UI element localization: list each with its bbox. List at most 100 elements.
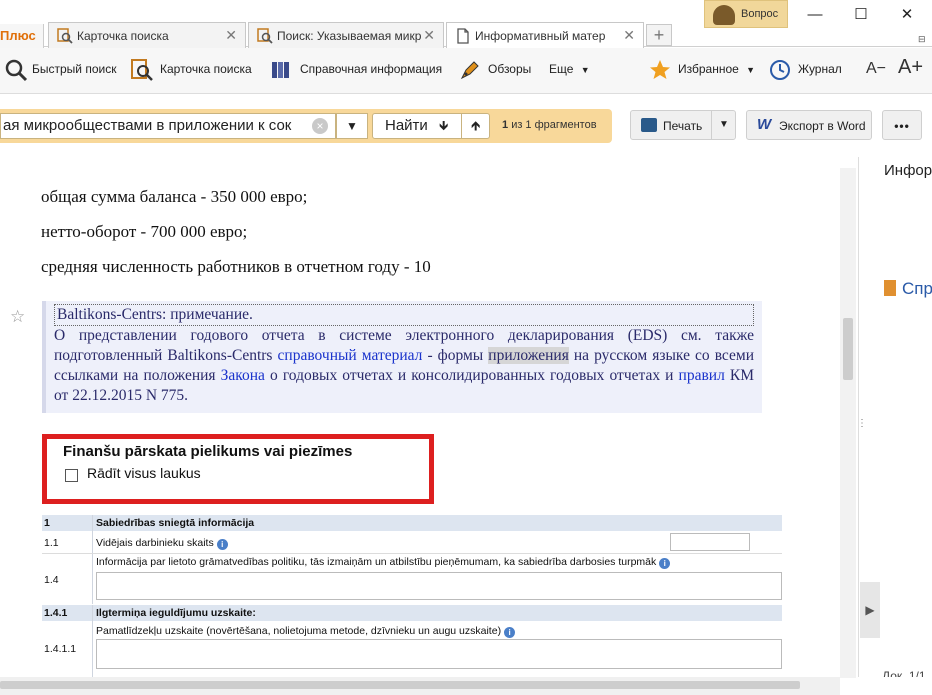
info-panel-text: Инфор матер госуда доход <box>884 162 932 179</box>
reference-link[interactable]: Спр <box>884 279 932 299</box>
row-number: 1.4.1 <box>44 607 68 619</box>
show-all-fields-label: Rādīt visus laukus <box>87 465 201 481</box>
employees-count-input[interactable] <box>670 533 750 551</box>
export-label: Экспорт в Word <box>779 119 866 133</box>
chevron-down-icon[interactable]: ▼ <box>719 119 729 130</box>
reviews-button[interactable]: Обзоры <box>458 48 531 92</box>
doc-line: нетто-оборот - 700 000 евро; <box>41 222 248 241</box>
right-info-panel: Инфор матер госуда доход Спр Док. 1/1 <box>880 157 932 677</box>
fragments-counter: 1 из 1 фрагментов <box>502 119 597 131</box>
table-row: 1.4.1 Ilgtermiņa ieguldījumu uzskaite: <box>42 605 782 621</box>
app-brand: Плюс <box>0 24 44 48</box>
row-text: Sabiedrības sniegtā informācija <box>96 517 255 529</box>
row-number: 1.4.1.1 <box>44 643 77 655</box>
search-panel: ая микрообществами в приложении к сок × … <box>0 109 612 143</box>
show-all-fields-checkbox[interactable] <box>65 469 78 482</box>
row-text-label: Informācija par lietoto grāmatvedības po… <box>96 556 657 568</box>
reference-material-link[interactable]: справочный материал <box>278 347 423 364</box>
table-row: 1 Sabiedrības sniegtā informācija <box>42 515 782 531</box>
info-icon[interactable]: i <box>504 627 516 638</box>
font-decrease-button[interactable]: A− <box>866 60 886 78</box>
tab-search-card[interactable]: Карточка поиска ✕ <box>48 22 246 48</box>
tab-label: Поиск: Указываемая микр <box>277 29 422 43</box>
font-increase-button[interactable]: A+ <box>898 56 923 79</box>
more-menu[interactable]: Еще ▼ <box>549 48 590 92</box>
new-tab-button[interactable]: + <box>646 24 672 46</box>
table-row: 1.4 Informācija par lietoto grāmatvedība… <box>42 554 782 604</box>
consultant-avatar-icon <box>713 5 735 25</box>
row-number: 1 <box>44 517 50 529</box>
accounting-policy-textarea[interactable] <box>96 572 782 600</box>
search-input[interactable]: ая микрообществами в приложении к сок <box>0 113 336 139</box>
fragments-count: 1 <box>502 119 509 131</box>
close-icon[interactable]: ✕ <box>623 27 635 44</box>
search-card-button[interactable]: Карточка поиска <box>130 48 252 92</box>
tab-label: Карточка поиска <box>77 29 169 43</box>
reviews-label: Обзоры <box>488 62 532 76</box>
search-card-icon <box>257 28 273 44</box>
horizontal-scrollbar-thumb[interactable] <box>0 681 800 689</box>
scrollbar-thumb[interactable] <box>843 318 853 380</box>
column-divider <box>92 605 93 621</box>
fixed-assets-textarea[interactable] <box>96 639 782 669</box>
journal-button[interactable]: Журнал <box>768 48 842 92</box>
tab-bar: Плюс Карточка поиска ✕ Поиск: Указываема… <box>0 0 932 49</box>
splitter-handle[interactable]: ⋮ <box>857 418 867 429</box>
print-button[interactable]: Печать ▼ <box>630 110 736 140</box>
panel-toggle-icon[interactable]: ⊟ <box>918 34 932 46</box>
close-window-button[interactable]: ✕ <box>884 2 930 28</box>
more-label: Еще <box>549 62 574 76</box>
arrow-up-icon[interactable]: 🡹 <box>471 117 480 139</box>
law-link[interactable]: Закона <box>221 367 265 384</box>
find-label: Найти <box>385 117 428 134</box>
bookmark-star-icon[interactable]: ☆ <box>10 307 25 327</box>
chevron-right-icon[interactable]: ▶ <box>860 582 880 638</box>
doc-line: общая сумма баланса - 350 000 евро; <box>41 187 308 206</box>
favorites-label: Избранное <box>678 62 739 76</box>
column-divider <box>92 531 93 553</box>
document-counter: Док. 1/1 <box>882 669 926 677</box>
question-button[interactable]: Вопрос <box>704 0 788 28</box>
rules-link[interactable]: правил <box>679 367 725 384</box>
close-icon[interactable]: ✕ <box>225 27 237 44</box>
info-icon[interactable]: i <box>659 558 671 569</box>
print-label: Печать <box>663 119 703 133</box>
document-view: общая сумма баланса - 350 000 евро; нетт… <box>0 157 840 677</box>
reference-button[interactable]: Справочная информация <box>270 48 442 92</box>
note-title: Baltikons-Centrs: примечание. <box>54 304 754 326</box>
clear-icon[interactable]: × <box>312 118 328 134</box>
form-title: Finanšu pārskata pielikums vai piezīmes <box>63 443 353 460</box>
row-text-label: Pamatlīdzekļu uzskaite (novērtēšana, nol… <box>96 625 502 637</box>
arrow-down-icon[interactable]: 🡻 <box>439 117 448 139</box>
search-highlight: приложения <box>488 347 569 364</box>
divider <box>711 111 712 139</box>
tab-label: Информативный матер <box>475 29 606 43</box>
fragments-text: из 1 фрагментов <box>511 119 597 131</box>
book-icon <box>884 280 896 296</box>
column-divider <box>92 554 93 604</box>
close-icon[interactable]: ✕ <box>423 27 435 44</box>
chevron-down-icon: ▼ <box>746 65 756 75</box>
panel-divider <box>858 157 859 677</box>
search-card-label: Карточка поиска <box>160 62 252 76</box>
tab-document[interactable]: Информативный матер ✕ <box>446 22 644 49</box>
quick-search-button[interactable]: Быстрый поиск <box>4 48 116 92</box>
favorites-menu[interactable]: Избранное ▼ <box>648 48 755 92</box>
export-word-button[interactable]: W Экспорт в Word <box>746 110 872 140</box>
search-card-icon <box>131 59 153 81</box>
row-number: 1.1 <box>44 537 59 549</box>
row-text: Ilgtermiņa ieguldījumu uzskaite: <box>96 607 256 619</box>
maximize-button[interactable]: ☐ <box>838 2 884 28</box>
chevron-down-icon: ▼ <box>580 65 590 75</box>
tab-search-query[interactable]: Поиск: Указываемая микр ✕ <box>248 22 444 48</box>
pen-icon <box>460 61 479 80</box>
minimize-button[interactable]: — <box>792 2 838 28</box>
note-body: О представлении годового отчета в систем… <box>54 326 754 406</box>
form-header-box: Finanšu pārskata pielikums vai piezīmes … <box>42 434 434 504</box>
vertical-scrollbar[interactable] <box>840 168 856 678</box>
more-actions-button[interactable]: ••• <box>882 110 922 140</box>
find-button[interactable]: Найти 🡻 🡹 <box>372 113 490 139</box>
info-icon[interactable]: i <box>216 539 228 550</box>
table-row: 1.4.1.1 Pamatlīdzekļu uzskaite (novērtēš… <box>42 621 782 677</box>
search-history-dropdown[interactable]: ▼ <box>336 113 368 139</box>
